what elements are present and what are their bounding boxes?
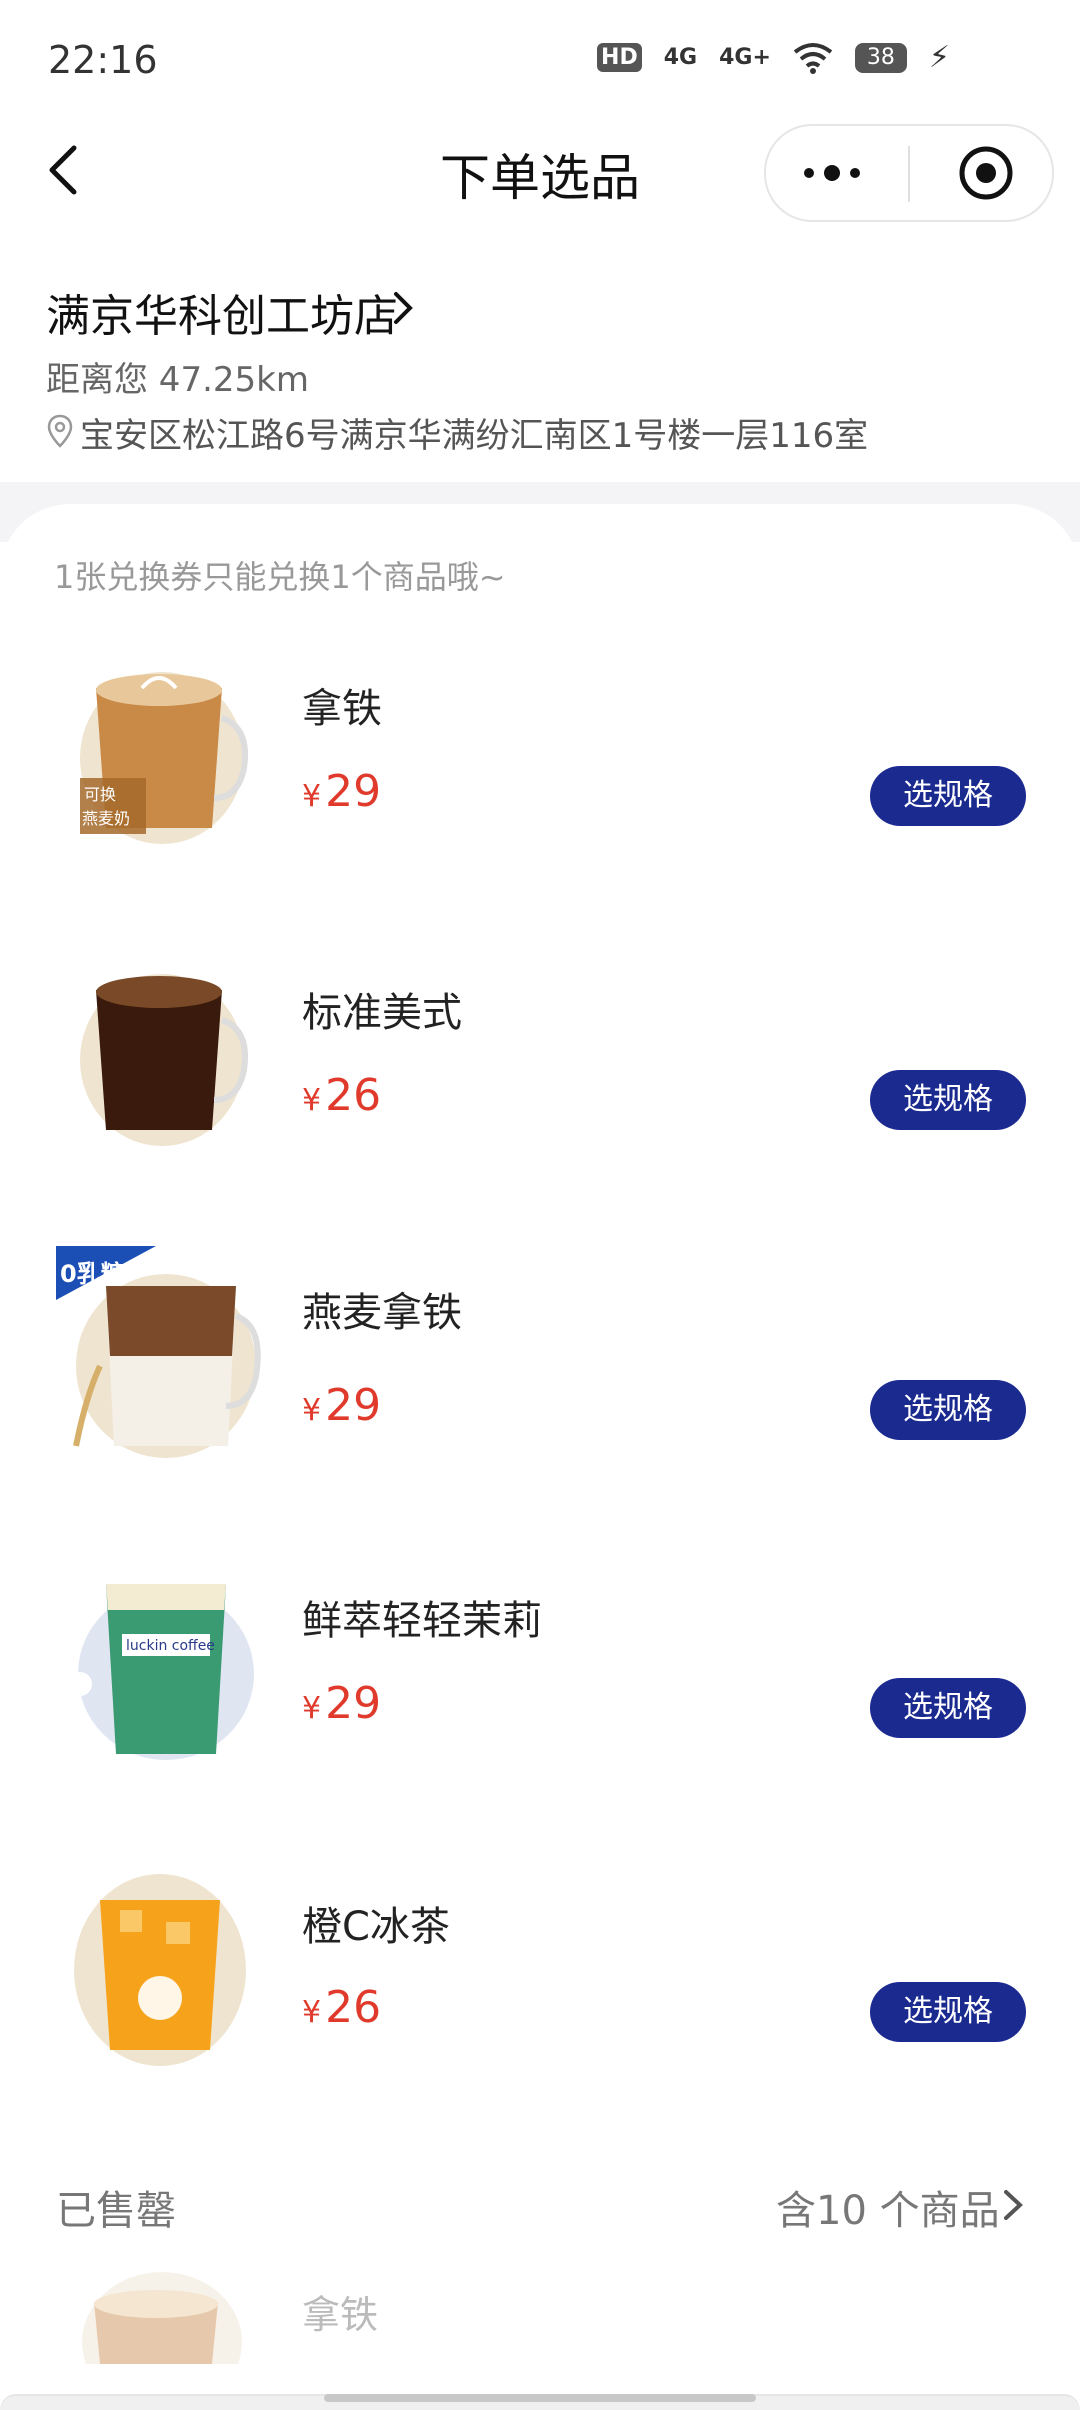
- zero-lactose-badge: 0乳糖: [60, 1260, 125, 1288]
- svg-text:luckin coffee: luckin coffee: [126, 1638, 215, 1654]
- mini-program-capsule: [764, 124, 1054, 222]
- capsule-divider: [908, 146, 910, 202]
- product-price: ¥29: [302, 1678, 382, 1729]
- hd-icon: HD: [597, 43, 642, 72]
- select-spec-button[interactable]: 选规格: [870, 1070, 1026, 1130]
- signal-4g-icon: 4G: [663, 45, 698, 70]
- americano-image: [80, 974, 248, 1146]
- charging-icon: ⚡: [928, 40, 950, 75]
- battery-icon: 38: [854, 42, 907, 73]
- select-spec-button[interactable]: 选规格: [870, 1678, 1026, 1738]
- product-name: 拿铁: [302, 686, 382, 732]
- product-name: 标准美式: [302, 990, 462, 1036]
- product-price: ¥29: [302, 766, 382, 817]
- chevron-right-icon[interactable]: [388, 288, 418, 328]
- close-target-icon[interactable]: [958, 145, 1014, 201]
- product-name: 燕麦拿铁: [302, 1290, 462, 1336]
- product-price: ¥26: [302, 1070, 382, 1121]
- sold-out-latte-image: [82, 2272, 242, 2364]
- svg-text:燕麦奶: 燕麦奶: [82, 809, 130, 828]
- store-name[interactable]: 满京华科创工坊店: [46, 280, 398, 344]
- svg-text:可换: 可换: [84, 785, 116, 804]
- select-spec-button[interactable]: 选规格: [870, 1982, 1026, 2042]
- voucher-notice: 1张兑换券只能兑换1个商品哦~: [54, 558, 506, 596]
- product-price: ¥29: [302, 1380, 382, 1431]
- status-icons: HD 4G 4G+ 38 ⚡: [597, 40, 950, 75]
- more-icon[interactable]: [804, 126, 860, 220]
- signal-4g-plus-icon: 4G+: [719, 45, 771, 70]
- wifi-icon: [793, 42, 833, 74]
- product-name: 橙C冰茶: [302, 1904, 450, 1950]
- orange-iced-tea-image: [74, 1874, 246, 2066]
- product-name: 鲜萃轻轻茉莉: [302, 1598, 542, 1644]
- location-pin-icon: [47, 414, 73, 448]
- sold-out-count[interactable]: 含10 个商品: [776, 2178, 1000, 2236]
- status-time: 22:16: [48, 38, 158, 82]
- store-distance: 距离您 47.25km: [46, 360, 309, 400]
- home-indicator[interactable]: [324, 2394, 756, 2402]
- jasmine-tea-image: luckin coffee: [68, 1578, 260, 1760]
- sold-out-item-name: 拿铁: [302, 2293, 379, 2337]
- select-spec-button[interactable]: 选规格: [870, 766, 1026, 826]
- sold-out-label: 已售罄: [56, 2188, 176, 2234]
- select-spec-button[interactable]: 选规格: [870, 1380, 1026, 1440]
- product-price: ¥26: [302, 1982, 382, 2033]
- store-address: 宝安区松江路6号满京华满纷汇南区1号楼一层116室: [80, 416, 869, 456]
- chevron-right-icon[interactable]: [1000, 2186, 1026, 2224]
- latte-image: 可换 燕麦奶: [80, 672, 248, 844]
